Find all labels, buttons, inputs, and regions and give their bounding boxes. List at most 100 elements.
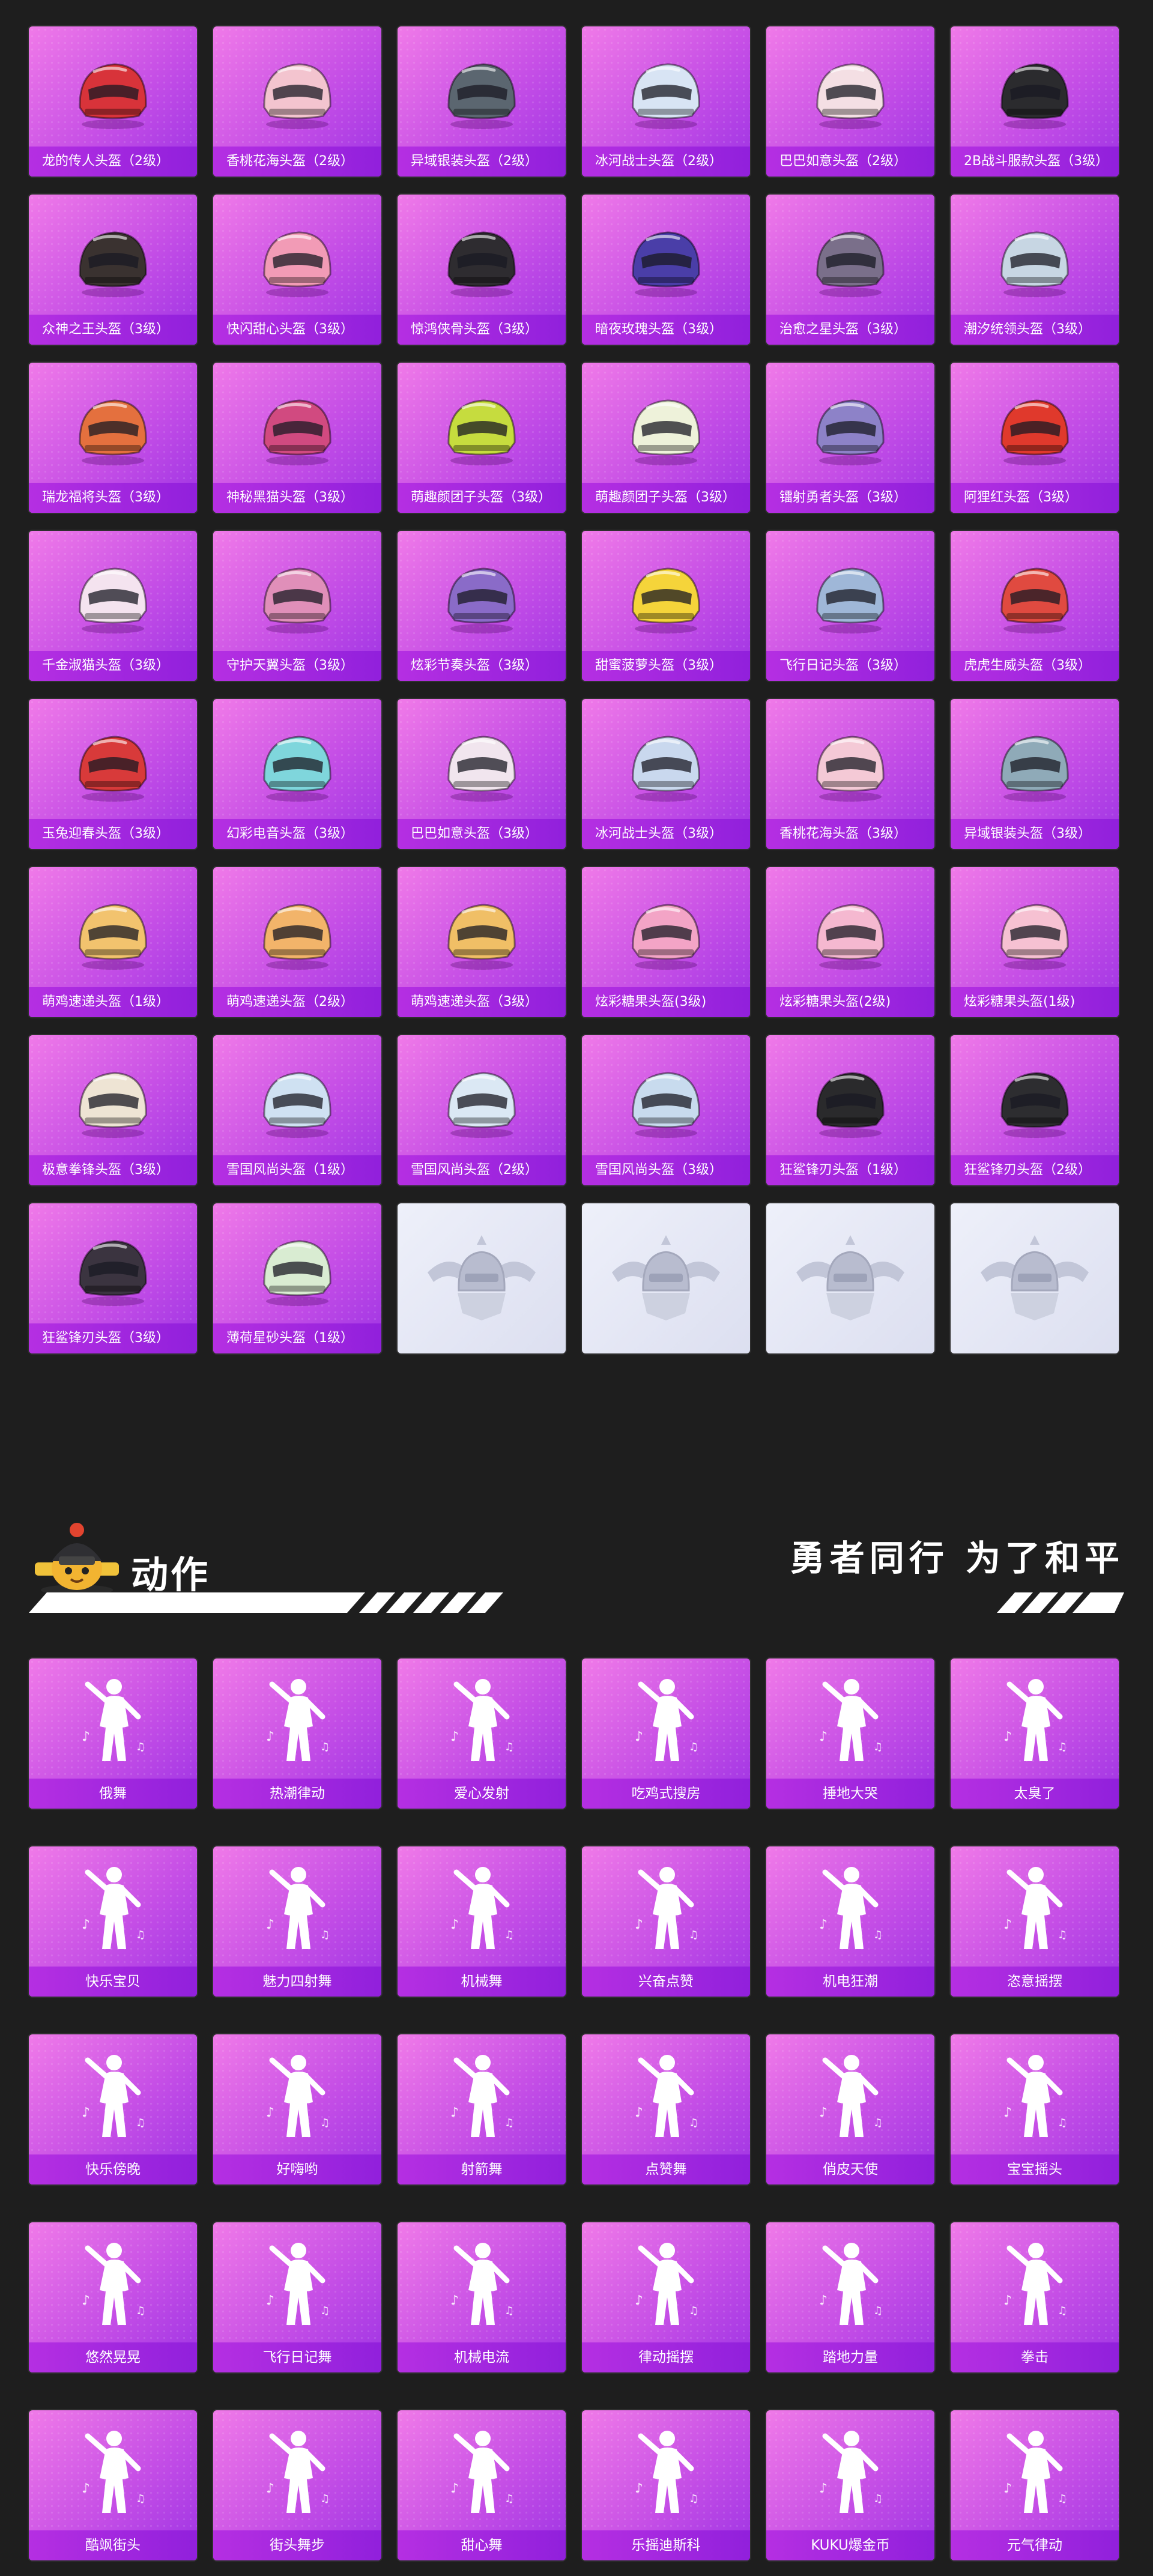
helmet-card[interactable]: 惊鸿侠骨头盔（3级） <box>398 195 566 345</box>
emote-card[interactable]: ♪ ♫ 快乐宝贝 <box>29 1846 197 1997</box>
helmet-icon <box>447 399 516 465</box>
helmet-card[interactable]: 巴巴如意头盔（3级） <box>398 699 566 849</box>
emote-card[interactable]: ♪ ♫ 踏地力量 <box>766 2222 934 2372</box>
helmet-card[interactable]: 瑞龙福将头盔（3级） <box>29 363 197 513</box>
helmet-icon <box>816 399 885 465</box>
emote-card[interactable]: ♪ ♫ 俏皮天使 <box>766 2034 934 2184</box>
helmet-card[interactable]: 炫彩糖果头盔(1级) <box>951 867 1119 1017</box>
helmet-card[interactable]: 萌趣颜团子头盔（3级） <box>398 363 566 513</box>
emote-card[interactable]: ♪ ♫ 乐摇迪斯科 <box>582 2410 750 2560</box>
helmet-card[interactable]: 甜蜜菠萝头盔（3级） <box>582 531 750 681</box>
emote-label: 俏皮天使 <box>766 2154 934 2184</box>
emote-card[interactable]: ♪ ♫ 魅力四射舞 <box>213 1846 381 1997</box>
svg-text:♫: ♫ <box>320 1741 330 1753</box>
emote-card[interactable]: ♪ ♫ 吃鸡式搜房 <box>582 1658 750 1809</box>
emote-card[interactable]: ♪ ♫ 机械舞 <box>398 1846 566 1997</box>
helmet-card[interactable]: 雪国风尚头盔（2级） <box>398 1035 566 1185</box>
helmet-label: 萌鸡速递头盔（3级） <box>398 987 566 1017</box>
helmet-card[interactable]: 萌鸡速递头盔（3级） <box>398 867 566 1017</box>
helmet-card[interactable]: 神秘黑猫头盔（3级） <box>213 363 381 513</box>
dancer-icon: ♪♫ <box>82 1867 145 1949</box>
emote-card[interactable]: ♪ ♫ KUKU爆金币 <box>766 2410 934 2560</box>
emote-card[interactable]: ♪ ♫ 悠然晃晃 <box>29 2222 197 2372</box>
helmet-card[interactable]: 异域银装头盔（3级） <box>951 699 1119 849</box>
helmet-card[interactable]: 萌鸡速递头盔（1级） <box>29 867 197 1017</box>
emote-card[interactable]: ♪ ♫ 兴奋点赞 <box>582 1846 750 1997</box>
helmet-card[interactable]: 飞行日记头盔（3级） <box>766 531 934 681</box>
helmet-card[interactable]: 阿狸红头盔（3级） <box>951 363 1119 513</box>
helmet-card[interactable]: 治愈之星头盔（3级） <box>766 195 934 345</box>
emote-card[interactable]: ♪ ♫ 律动摇摆 <box>582 2222 750 2372</box>
helmet-card[interactable]: 冰河战士头盔（3级） <box>582 699 750 849</box>
helmet-card[interactable]: 虎虎生威头盔（3级） <box>951 531 1119 681</box>
helmet-card[interactable]: 极意拳锋头盔（3级） <box>29 1035 197 1185</box>
helmet-card[interactable]: 守护天翼头盔（3级） <box>213 531 381 681</box>
svg-text:♫: ♫ <box>1058 1741 1067 1753</box>
helmet-card[interactable]: 千金淑猫头盔（3级） <box>29 531 197 681</box>
helmet-card[interactable]: 萌趣颜团子头盔（3级） <box>582 363 750 513</box>
emote-card[interactable]: ♪ ♫ 机电狂潮 <box>766 1846 934 1997</box>
helmet-card[interactable]: 薄荷星砂头盔（1级） <box>213 1203 381 1353</box>
emote-card[interactable]: ♪ ♫ 射箭舞 <box>398 2034 566 2184</box>
helmet-card[interactable]: 狂鲨锋刃头盔（2级） <box>951 1035 1119 1185</box>
helmet-card[interactable]: 冰河战士头盔（2级） <box>582 26 750 177</box>
helmet-label: 玉兔迎春头盔（3级） <box>29 819 197 849</box>
helmet-card[interactable]: 快闪甜心头盔（3级） <box>213 195 381 345</box>
emote-card[interactable]: ♪ ♫ 甜心舞 <box>398 2410 566 2560</box>
helmet-label: 香桃花海头盔（2级） <box>213 147 381 177</box>
helmet-card[interactable]: 狂鲨锋刃头盔（1级） <box>766 1035 934 1185</box>
helmet-card[interactable]: 幻彩电音头盔（3级） <box>213 699 381 849</box>
helmet-card[interactable]: 暗夜玫瑰头盔（3级） <box>582 195 750 345</box>
helmet-card[interactable]: 炫彩糖果头盔(3级) <box>582 867 750 1017</box>
helmet-card[interactable]: 巴巴如意头盔（2级） <box>766 26 934 177</box>
emote-card[interactable]: ♪ ♫ 飞行日记舞 <box>213 2222 381 2372</box>
emote-card[interactable]: ♪ ♫ 拳击 <box>951 2222 1119 2372</box>
emote-card[interactable]: ♪ ♫ 热潮律动 <box>213 1658 381 1809</box>
helmet-card[interactable]: 龙的传人头盔（2级） <box>29 26 197 177</box>
helmet-card[interactable]: 香桃花海头盔（2级） <box>213 26 381 177</box>
emote-label: 快乐傍晚 <box>29 2154 197 2184</box>
emote-card[interactable]: ♪ ♫ 点赞舞 <box>582 2034 750 2184</box>
dancer-icon: ♪♫ <box>450 1867 514 1949</box>
emote-label: 恣意摇摆 <box>951 1967 1119 1997</box>
helmet-card[interactable]: 异域银装头盔（2级） <box>398 26 566 177</box>
mascot-icon <box>35 1523 119 1595</box>
emote-card[interactable]: ♪ ♫ 机械电流 <box>398 2222 566 2372</box>
placeholder-card <box>766 1203 934 1353</box>
emote-label: 律动摇摆 <box>582 2342 750 2372</box>
helmet-card[interactable]: 炫彩节奏头盔（3级） <box>398 531 566 681</box>
helmet-card[interactable]: 雪国风尚头盔（3级） <box>582 1035 750 1185</box>
helmet-card[interactable]: 炫彩糖果头盔(2级) <box>766 867 934 1017</box>
helmet-card[interactable]: 香桃花海头盔（3级） <box>766 699 934 849</box>
emote-card[interactable]: ♪ ♫ 快乐傍晚 <box>29 2034 197 2184</box>
emote-card[interactable]: ♪ ♫ 捶地大哭 <box>766 1658 934 1809</box>
svg-text:♫: ♫ <box>136 2305 145 2317</box>
emote-card[interactable]: ♪ ♫ 酷飒街头 <box>29 2410 197 2560</box>
helmet-icon <box>263 567 331 633</box>
helmet-card[interactable]: 众神之王头盔（3级） <box>29 195 197 345</box>
helmet-card[interactable]: 玉兔迎春头盔（3级） <box>29 699 197 849</box>
helmet-card[interactable]: 萌鸡速递头盔（2级） <box>213 867 381 1017</box>
helmet-card[interactable]: 雪国风尚头盔（1级） <box>213 1035 381 1185</box>
svg-text:♪: ♪ <box>819 1729 828 1744</box>
emote-card[interactable]: ♪ ♫ 街头舞步 <box>213 2410 381 2560</box>
helmet-label: 守护天翼头盔（3级） <box>213 651 381 681</box>
svg-text:♫: ♫ <box>689 2493 698 2505</box>
dancer-icon: ♪♫ <box>266 2431 330 2513</box>
emote-card[interactable]: ♪ ♫ 太臭了 <box>951 1658 1119 1809</box>
emote-card[interactable]: ♪ ♫ 恣意摇摆 <box>951 1846 1119 1997</box>
helmet-card[interactable]: 潮汐统领头盔（3级） <box>951 195 1119 345</box>
emote-card[interactable]: ♪ ♫ 元气律动 <box>951 2410 1119 2560</box>
emote-card[interactable]: ♪ ♫ 爱心发射 <box>398 1658 566 1809</box>
helmet-card[interactable]: 2B战斗服款头盔（3级） <box>951 26 1119 177</box>
helmet-card[interactable]: 镭射勇者头盔（3级） <box>766 363 934 513</box>
helmet-icon <box>1000 736 1069 802</box>
emote-label: 宝宝摇头 <box>951 2154 1119 2184</box>
emote-card[interactable]: ♪ ♫ 好嗨哟 <box>213 2034 381 2184</box>
helmet-card[interactable]: 狂鲨锋刃头盔（3级） <box>29 1203 197 1353</box>
emote-card[interactable]: ♪ ♫ 俄舞 <box>29 1658 197 1809</box>
emote-label: 元气律动 <box>951 2530 1119 2560</box>
svg-text:♪: ♪ <box>1003 1729 1012 1744</box>
helmet-label: 暗夜玫瑰头盔（3级） <box>582 315 750 345</box>
emote-card[interactable]: ♪ ♫ 宝宝摇头 <box>951 2034 1119 2184</box>
